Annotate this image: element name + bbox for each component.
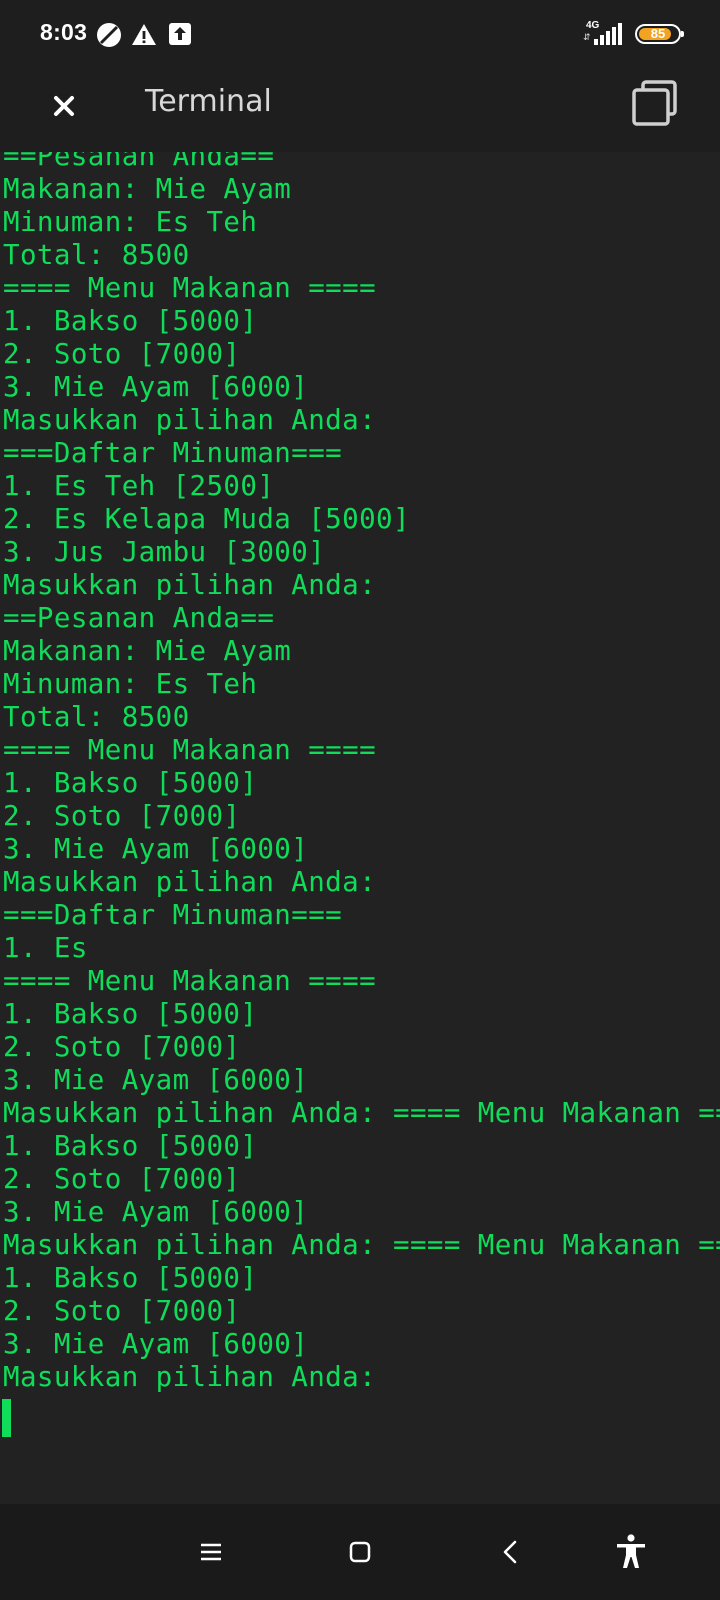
- terminal-line: 3. Mie Ayam [6000]: [3, 1196, 309, 1228]
- terminal-line: 1. Bakso [5000]: [3, 1262, 258, 1294]
- app-title: Terminal: [145, 84, 272, 119]
- terminal-line: Masukkan pilihan Anda:: [3, 404, 377, 436]
- back-button[interactable]: [489, 1530, 533, 1574]
- terminal-line: Minuman: Es Teh: [3, 668, 258, 700]
- terminal-line: 3. Mie Ayam [6000]: [3, 1064, 309, 1096]
- terminal-line: Total: 8500: [3, 701, 190, 733]
- back-icon: [503, 1540, 517, 1564]
- terminal-line: ==Pesanan Anda==: [3, 152, 275, 172]
- warning-icon: [131, 22, 157, 48]
- battery-level: 85: [650, 26, 666, 41]
- terminal-line: 3. Mie Ayam [6000]: [3, 371, 309, 403]
- navigation-bar: [0, 1504, 720, 1600]
- terminal-line: 2. Soto [7000]: [3, 1163, 241, 1195]
- terminal-line: Masukkan pilihan Anda:: [3, 569, 377, 601]
- terminal-line: ===Daftar Minuman===: [3, 899, 343, 931]
- terminal-line: Masukkan pilihan Anda: ==== Menu Makanan…: [3, 1097, 720, 1129]
- windows-icon: [632, 80, 677, 126]
- close-button[interactable]: [40, 82, 88, 130]
- terminal-line: 1. Bakso [5000]: [3, 998, 258, 1030]
- terminal-line: ===Daftar Minuman===: [3, 437, 343, 469]
- terminal-line: Masukkan pilihan Anda:: [3, 1361, 393, 1393]
- terminal-line: ==== Menu Makanan ====: [3, 734, 377, 766]
- terminal-line: Total: 8500: [3, 239, 190, 271]
- terminal-line: 1. Bakso [5000]: [3, 1130, 258, 1162]
- terminal-output: ==Pesanan Anda== Makanan: Mie Ayam Minuman…: [3, 152, 720, 1394]
- menu-icon: [201, 1543, 221, 1561]
- terminal-line: 2. Es Kelapa Muda [5000]: [3, 503, 410, 535]
- terminal-line: Makanan: Mie Ayam: [3, 635, 292, 667]
- battery-icon: 85: [635, 24, 684, 44]
- terminal-line: Masukkan pilihan Anda: ==== Menu Makanan…: [3, 1229, 720, 1261]
- terminal-line: 1. Bakso [5000]: [3, 767, 258, 799]
- home-icon: [349, 1541, 371, 1563]
- terminal-line: 1. Bakso [5000]: [3, 305, 258, 337]
- close-icon: [54, 96, 74, 116]
- terminal-line: 1. Es: [3, 932, 88, 964]
- accessibility-icon: [617, 1534, 645, 1568]
- terminal-line: 3. Mie Ayam [6000]: [3, 833, 309, 865]
- terminal-line: 2. Soto [7000]: [3, 1295, 241, 1327]
- terminal-line: 2. Soto [7000]: [3, 800, 241, 832]
- terminal-view[interactable]: ==Pesanan Anda== Makanan: Mie Ayam Minuman…: [0, 152, 720, 1504]
- terminal-line: ==== Menu Makanan ====: [3, 272, 377, 304]
- terminal-line: Makanan: Mie Ayam: [3, 173, 292, 205]
- battery-tip: [681, 31, 684, 37]
- terminal-cursor: [2, 1399, 11, 1437]
- terminal-line: 1. Es Teh [2500]: [3, 470, 275, 502]
- terminal-line: 3. Jus Jambu [3000]: [3, 536, 326, 568]
- status-bar: 8:03 4G ⇵ 85: [0, 0, 720, 68]
- terminal-line: ==== Menu Makanan ====: [3, 965, 377, 997]
- home-button[interactable]: [338, 1530, 382, 1574]
- terminal-line: 2. Soto [7000]: [3, 1031, 241, 1063]
- windows-button[interactable]: [628, 78, 684, 134]
- network-arrows: ⇵: [583, 33, 591, 43]
- terminal-line: Minuman: Es Teh: [3, 206, 258, 238]
- blocked-circle-icon: [96, 22, 122, 48]
- terminal-line: 3. Mie Ayam [6000]: [3, 1328, 309, 1360]
- signal-icon: [594, 22, 624, 46]
- app-bar: Terminal: [0, 68, 720, 152]
- terminal-line: Masukkan pilihan Anda:: [3, 866, 377, 898]
- terminal-line: 2. Soto [7000]: [3, 338, 241, 370]
- status-time: 8:03: [40, 19, 88, 45]
- terminal-line: ==Pesanan Anda==: [3, 602, 275, 634]
- menu-button[interactable]: [189, 1530, 233, 1574]
- accessibility-button[interactable]: [609, 1530, 653, 1574]
- upload-icon: [168, 22, 194, 48]
